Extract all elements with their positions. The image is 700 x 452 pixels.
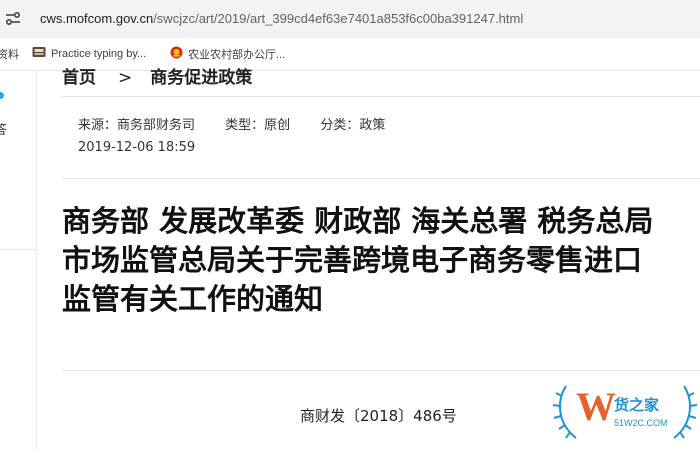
meta-date: 2019-12-06 18:59	[78, 140, 196, 155]
divider	[62, 96, 700, 97]
watermark-site: 51W2C.COM	[614, 418, 668, 428]
meta-source: 来源：商务部财务司	[78, 118, 196, 133]
bookmark-item-moa-office[interactable]: 农业农村部办公厅...	[170, 46, 285, 62]
meta-category: 分类：政策	[320, 118, 386, 133]
bookmark-item-ziliao[interactable]: 资料	[0, 46, 19, 62]
bookmark-label: Practice typing by...	[51, 47, 147, 60]
article-meta: 来源：商务部财务司 类型：原创 分类：政策	[78, 114, 411, 133]
breadcrumb-separator: >	[118, 68, 133, 86]
left-sidebar: 答	[0, 71, 37, 451]
document-number: 商财发〔2018〕486号	[300, 407, 457, 425]
keyboard-icon	[32, 46, 46, 61]
divider	[62, 178, 700, 179]
meta-type: 类型：原创	[225, 118, 291, 133]
sidebar-item-label[interactable]: 答	[0, 119, 7, 138]
bookmark-label: 农业农村部办公厅...	[188, 49, 286, 61]
sidebar-divider	[0, 249, 36, 250]
breadcrumb-section-link[interactable]: 商务促进政策	[150, 68, 252, 86]
emblem-icon	[170, 46, 183, 62]
divider	[62, 370, 700, 371]
bookmark-label: 资料	[0, 49, 19, 61]
watermark-letter: W	[576, 384, 616, 429]
watermark-name: 货之家	[614, 396, 659, 414]
url-path: /swcjzc/art/2019/art_399cd4ef63e7401a853…	[153, 11, 524, 26]
site-info-icon[interactable]	[4, 11, 22, 27]
breadcrumb: 首页 > 商务促进政策	[62, 64, 252, 86]
article-title: 商务部 发展改革委 财政部 海关总署 税务总局 市场监管总局关于完善跨境电子商务…	[62, 204, 654, 316]
breadcrumb-home-link[interactable]: 首页	[62, 68, 96, 86]
url-field[interactable]: cws.mofcom.gov.cn/swcjzc/art/2019/art_39…	[40, 10, 523, 28]
bookmark-item-practice-typing[interactable]: Practice typing by...	[32, 46, 146, 61]
watermark-logo: W 货之家 51W2C.COM	[552, 374, 698, 448]
sidebar-indicator-dot	[0, 92, 4, 99]
address-bar[interactable]: cws.mofcom.gov.cn/swcjzc/art/2019/art_39…	[0, 0, 700, 38]
url-domain: cws.mofcom.gov.cn	[40, 11, 154, 26]
